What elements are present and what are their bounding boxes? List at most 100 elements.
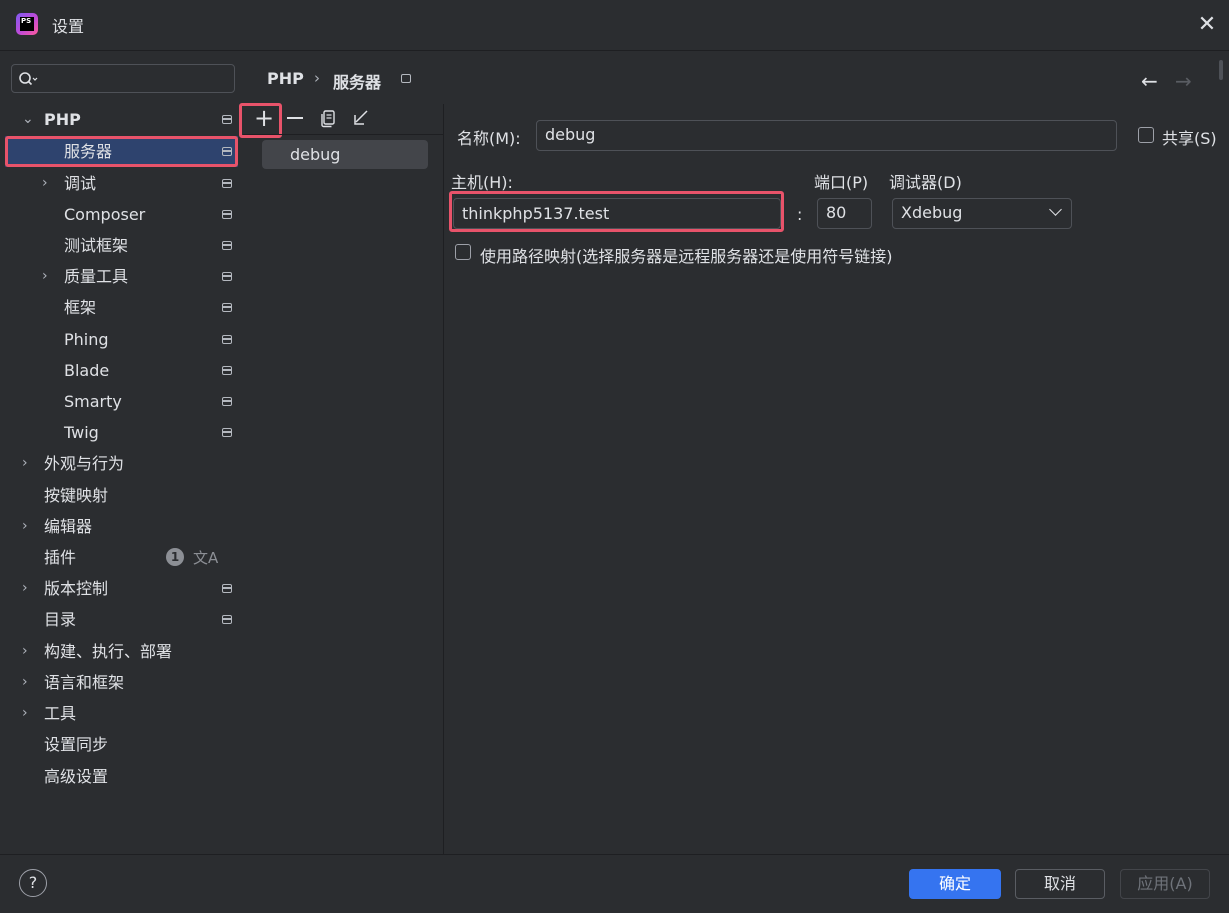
tree-item-label: Composer — [64, 205, 146, 224]
chevron-right-icon[interactable]: › — [22, 636, 36, 667]
tree-item-label: 质量工具 — [64, 267, 129, 286]
name-label: 名称(M): — [457, 129, 521, 148]
tree-item-debug[interactable]: › 调试 — [0, 168, 242, 199]
breadcrumb-root[interactable]: PHP — [267, 69, 304, 88]
project-scope-icon — [222, 241, 232, 250]
tree-item-label: 语言和框架 — [44, 673, 125, 692]
tree-item-smarty[interactable]: Smarty — [0, 386, 242, 417]
tree-item-label: 测试框架 — [64, 236, 129, 255]
tree-item-php[interactable]: ⌄ PHP — [0, 104, 242, 135]
highlight-box — [239, 103, 282, 138]
path-mapping-label: 使用路径映射(选择服务器是远程服务器还是使用符号链接) — [480, 247, 893, 266]
tree-item-label: 调试 — [64, 174, 97, 193]
divider — [0, 854, 1229, 855]
tree-item-label: 按键映射 — [44, 486, 109, 505]
chevron-right-icon[interactable]: › — [22, 698, 36, 729]
highlight-box — [449, 191, 784, 232]
tree-item-tools[interactable]: › 工具 — [0, 698, 242, 729]
import-icon[interactable] — [352, 109, 370, 127]
tree-item-label: Blade — [64, 361, 110, 380]
tree-item-label: PHP — [44, 110, 81, 129]
tree-item-frameworks[interactable]: 框架 — [0, 292, 242, 323]
breadcrumb-separator: › — [314, 69, 320, 87]
tree-item-quality-tools[interactable]: › 质量工具 — [0, 261, 242, 292]
project-scope-icon — [222, 303, 232, 312]
path-mapping-checkbox[interactable] — [455, 244, 471, 260]
scrollbar[interactable] — [1219, 60, 1223, 80]
tree-item-languages[interactable]: › 语言和框架 — [0, 667, 242, 698]
tree-item-label: 插件 — [44, 548, 77, 567]
debugger-select[interactable]: Xdebug — [892, 198, 1072, 229]
close-icon[interactable]: ✕ — [1195, 13, 1219, 37]
debugger-select-value: Xdebug — [901, 203, 963, 222]
project-scope-icon — [222, 115, 232, 124]
tree-item-label: 高级设置 — [44, 767, 109, 786]
tree-item-label: 目录 — [44, 610, 77, 629]
window-title: 设置 — [52, 17, 85, 36]
host-port-separator: : — [797, 205, 803, 224]
logo-text: PS — [20, 17, 34, 31]
project-scope-icon — [222, 428, 232, 437]
tree-item-label: Twig — [64, 423, 99, 442]
tree-item-test-frameworks[interactable]: 测试框架 — [0, 230, 242, 261]
chevron-right-icon[interactable]: › — [42, 168, 56, 199]
copy-icon[interactable] — [320, 110, 336, 128]
search-input[interactable] — [44, 68, 234, 91]
ok-button[interactable]: 确定 — [909, 869, 1001, 899]
search-icon[interactable] — [18, 70, 38, 88]
debugger-label: 调试器(D) — [889, 173, 962, 192]
divider — [243, 134, 443, 135]
tree-item-settings-sync[interactable]: 设置同步 — [0, 729, 242, 760]
highlight-box — [5, 136, 238, 167]
tree-item-advanced[interactable]: 高级设置 — [0, 761, 242, 792]
chevron-down-icon[interactable]: ⌄ — [22, 104, 36, 135]
apply-button[interactable]: 应用(A) — [1120, 869, 1210, 899]
tree-item-label: Phing — [64, 330, 109, 349]
tree-item-keymap[interactable]: 按键映射 — [0, 480, 242, 511]
tree-item-directories[interactable]: 目录 — [0, 604, 242, 635]
share-label: 共享(S) — [1162, 129, 1217, 148]
port-field[interactable]: 80 — [817, 198, 872, 229]
chevron-right-icon[interactable]: › — [22, 448, 36, 479]
tree-item-appearance[interactable]: › 外观与行为 — [0, 448, 242, 479]
tree-item-label: 编辑器 — [44, 517, 93, 536]
chevron-right-icon[interactable]: › — [42, 261, 56, 292]
tree-item-label: 版本控制 — [44, 579, 109, 598]
tree-item-blade[interactable]: Blade — [0, 355, 242, 386]
tree-item-phing[interactable]: Phing — [0, 324, 242, 355]
panel-divider[interactable] — [443, 104, 444, 854]
tree-item-vcs[interactable]: › 版本控制 — [0, 573, 242, 604]
forward-arrow-icon[interactable]: → — [1175, 69, 1192, 93]
settings-search — [11, 64, 235, 93]
chevron-down-icon — [1049, 203, 1062, 216]
project-scope-icon — [222, 615, 232, 624]
tree-item-label: 设置同步 — [44, 735, 109, 754]
chevron-right-icon[interactable]: › — [22, 573, 36, 604]
tree-item-editor[interactable]: › 编辑器 — [0, 511, 242, 542]
title-bar — [0, 0, 1229, 51]
server-list-item-label: debug — [290, 145, 341, 164]
chevron-right-icon[interactable]: › — [22, 667, 36, 698]
project-scope-icon — [222, 210, 232, 219]
tree-item-composer[interactable]: Composer — [0, 199, 242, 230]
help-button[interactable]: ? — [19, 869, 47, 897]
name-field[interactable]: debug — [536, 120, 1117, 151]
tree-item-label: 工具 — [44, 704, 77, 723]
tree-item-build[interactable]: › 构建、执行、部署 — [0, 636, 242, 667]
tree-item-twig[interactable]: Twig — [0, 417, 242, 448]
cancel-button[interactable]: 取消 — [1015, 869, 1105, 899]
back-arrow-icon[interactable]: ← — [1141, 69, 1158, 93]
remove-icon[interactable] — [287, 117, 303, 119]
project-scope-icon — [222, 179, 232, 188]
project-scope-icon — [222, 272, 232, 281]
tree-item-label: 外观与行为 — [44, 454, 125, 473]
server-list-item[interactable]: debug — [262, 140, 428, 169]
breadcrumb-current: 服务器 — [333, 73, 382, 92]
host-label: 主机(H): — [451, 173, 513, 192]
tree-item-label: 框架 — [64, 298, 97, 317]
chevron-right-icon[interactable]: › — [22, 511, 36, 542]
share-checkbox[interactable] — [1138, 127, 1154, 143]
phpstorm-logo-icon: PS — [16, 13, 38, 35]
plugin-update-badge: 1 — [166, 548, 184, 566]
tree-item-label: Smarty — [64, 392, 122, 411]
